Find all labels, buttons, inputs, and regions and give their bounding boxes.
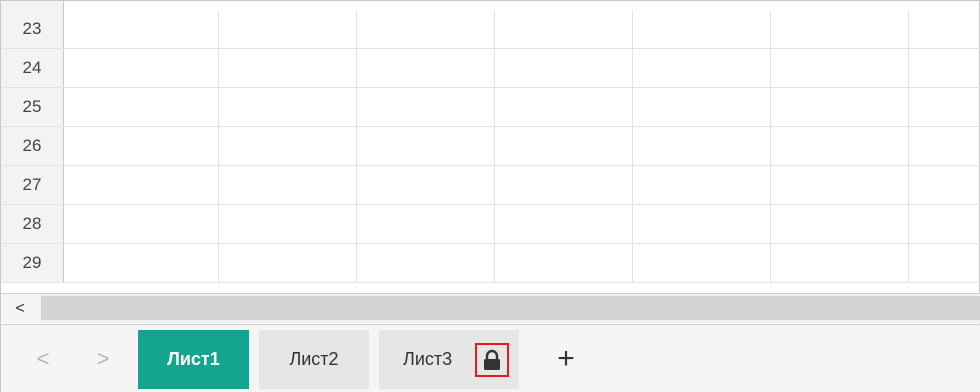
grid-row: 29 [1, 244, 980, 283]
grid-cell[interactable] [64, 49, 219, 87]
grid-cell[interactable] [219, 10, 357, 48]
grid-cell[interactable] [909, 88, 980, 126]
grid-cell[interactable] [495, 244, 633, 282]
grid-cell[interactable] [357, 127, 495, 165]
grid-cell[interactable] [64, 244, 219, 282]
grid-cell[interactable] [495, 49, 633, 87]
grid-cell[interactable] [771, 127, 909, 165]
grid-cell[interactable] [64, 205, 219, 243]
grid-cell[interactable] [771, 88, 909, 126]
grid-row: 23 [1, 10, 980, 49]
grid-cell[interactable] [909, 10, 980, 48]
tab-sheet1[interactable]: Лист1 [138, 330, 249, 389]
row-number[interactable]: 29 [1, 244, 64, 282]
grid-cell[interactable] [633, 244, 771, 282]
grid-cell[interactable] [633, 205, 771, 243]
tab-label: Лист3 [403, 349, 453, 369]
chevron-left-icon: < [15, 299, 25, 317]
grid-cell[interactable] [771, 49, 909, 87]
grid-cell[interactable] [633, 127, 771, 165]
row-number[interactable]: 26 [1, 127, 64, 165]
row-number[interactable]: 28 [1, 205, 64, 243]
grid-cell[interactable] [357, 10, 495, 48]
grid-cell[interactable] [633, 166, 771, 204]
grid-cell[interactable] [771, 205, 909, 243]
lock-icon [484, 349, 500, 370]
grid-cell[interactable] [64, 127, 219, 165]
tab-label: Лист1 [167, 349, 220, 369]
grid-cell[interactable] [219, 166, 357, 204]
grid-row: 24 [1, 49, 980, 88]
grid-cell[interactable] [633, 10, 771, 48]
grid-cell[interactable] [909, 127, 980, 165]
grid-cell[interactable] [357, 205, 495, 243]
row-number[interactable]: 27 [1, 166, 64, 204]
grid-cell[interactable] [495, 88, 633, 126]
grid-cell[interactable] [219, 88, 357, 126]
grid-cell[interactable] [219, 49, 357, 87]
grid-cell[interactable] [771, 10, 909, 48]
grid-cell[interactable] [64, 166, 219, 204]
tab-sheet2[interactable]: Лист2 [259, 330, 369, 389]
grid-cell[interactable] [357, 88, 495, 126]
grid-row: 25 [1, 88, 980, 127]
row-number[interactable]: 25 [1, 88, 64, 126]
next-sheet-button[interactable]: > [73, 325, 133, 392]
grid-cell[interactable] [495, 10, 633, 48]
grid-cell[interactable] [495, 127, 633, 165]
grid-cell[interactable] [909, 166, 980, 204]
grid-cell[interactable] [909, 205, 980, 243]
grid-cell[interactable] [219, 244, 357, 282]
grid-cell[interactable] [633, 49, 771, 87]
grid-cell[interactable] [357, 49, 495, 87]
grid-cell[interactable] [633, 88, 771, 126]
sheet-tab-bar: < > Лист1 Лист2 Лист3 + [1, 324, 980, 392]
chevron-left-icon: < [36, 346, 50, 371]
grid-cell[interactable] [909, 244, 980, 282]
grid-row: 27 [1, 166, 980, 205]
grid-cell[interactable] [357, 244, 495, 282]
grid-cell[interactable] [495, 205, 633, 243]
grid-row: 26 [1, 127, 980, 166]
grid-cell[interactable] [64, 88, 219, 126]
add-sheet-button[interactable]: + [546, 339, 586, 379]
tab-label: Лист2 [289, 349, 339, 369]
grid-cell[interactable] [909, 49, 980, 87]
scroll-left-button[interactable]: < [1, 294, 39, 323]
grid-cell[interactable] [495, 166, 633, 204]
scrollbar-thumb[interactable] [41, 296, 980, 320]
grid-cell[interactable] [64, 10, 219, 48]
row-number[interactable]: 23 [1, 10, 64, 48]
locked-sheet-highlight [475, 343, 509, 377]
plus-icon: + [557, 342, 575, 375]
row-number[interactable]: 24 [1, 49, 64, 87]
grid-row: 28 [1, 205, 980, 244]
prev-sheet-button[interactable]: < [13, 325, 73, 392]
grid-cell[interactable] [357, 166, 495, 204]
spreadsheet-frame: 23 24 25 26 27 28 29 < < > Лист1 Лист2 Л… [0, 0, 980, 392]
grid-cell[interactable] [219, 205, 357, 243]
grid-cell[interactable] [771, 244, 909, 282]
grid-cell[interactable] [219, 127, 357, 165]
chevron-right-icon: > [96, 346, 110, 371]
grid-cell[interactable] [771, 166, 909, 204]
horizontal-scrollbar[interactable]: < [1, 293, 980, 323]
